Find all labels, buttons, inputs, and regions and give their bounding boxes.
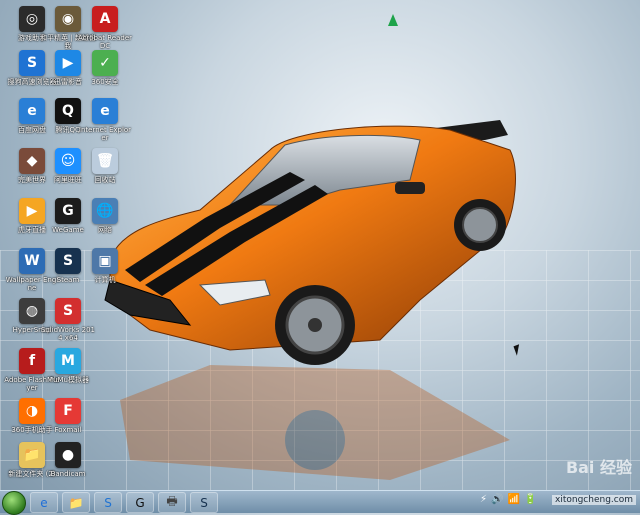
desktop-icon-label: 回收站	[94, 176, 116, 184]
taskbar: e 📁 S G 🖶 S ⚡ 🔊 📶 🔋 xitongcheng.com	[0, 490, 640, 515]
app-icon: ✓	[92, 50, 118, 76]
desktop-icon[interactable]: e Internet Explorer	[77, 96, 133, 148]
desktop-icon[interactable]: ▣ 计算机	[77, 246, 133, 298]
tree-marker-icon	[388, 14, 398, 26]
system-tray: ⚡ 🔊 📶 🔋 xitongcheng.com	[450, 491, 640, 513]
taskbar-explorer-button[interactable]: 📁	[62, 492, 90, 513]
tray-icon[interactable]: 📶	[507, 494, 519, 505]
app-icon: S	[55, 298, 81, 324]
desktop-icon[interactable]: ● Bandicam	[40, 440, 96, 490]
tray-text: xitongcheng.com	[552, 495, 636, 505]
app-icon: M	[55, 348, 81, 374]
desktop-icon[interactable]: ✓ 360安全	[77, 48, 133, 100]
desktop-icon-label: Foxmail	[54, 426, 82, 434]
desktop-icon-label: 360安全	[91, 78, 119, 86]
start-button[interactable]	[2, 491, 26, 515]
desktop-icon[interactable]: 🗑 回收站	[77, 146, 133, 198]
app-icon: ▣	[92, 248, 118, 274]
taskbar-printer-button[interactable]: 🖶	[158, 492, 186, 513]
desktop-icon-label: MuMu模拟器	[47, 376, 89, 384]
desktop-icon[interactable]: 🌐 网络	[77, 196, 133, 248]
car-reflection	[120, 365, 510, 480]
app-icon: 🌐	[92, 198, 118, 224]
desktop-icon-label: SolidWorks 2014 x64	[40, 326, 96, 342]
tray-icon[interactable]: ⚡	[480, 494, 487, 505]
app-icon: ●	[55, 442, 81, 468]
app-icon: 🗑	[92, 148, 118, 174]
taskbar-ie-button[interactable]: e	[30, 492, 58, 513]
app-icon: F	[55, 398, 81, 424]
desktop-icon[interactable]: S SolidWorks 2014 x64	[40, 296, 96, 348]
wallpaper-car	[104, 120, 516, 365]
taskbar-sogou-button[interactable]: S	[94, 492, 122, 513]
app-icon: e	[92, 98, 118, 124]
desktop-icon-label: 计算机	[94, 276, 116, 284]
taskbar-wegame-button[interactable]: G	[126, 492, 154, 513]
taskbar-steam-button[interactable]: S	[190, 492, 218, 513]
app-icon: A	[92, 6, 118, 32]
desktop-icon[interactable]: M MuMu模拟器	[40, 346, 96, 398]
watermark-brand: Bai 经验	[565, 458, 632, 477]
tray-icon[interactable]: 🔊	[491, 494, 503, 505]
desktop-icon-label: 网络	[98, 226, 112, 234]
desktop[interactable]: ◎ 游戏助手 ◉ 和平精英 | 超越自我 A Acrobat Reader DC S 搜狗高速…	[0, 0, 640, 490]
tray-icon[interactable]: 🔋	[524, 494, 536, 505]
desktop-icon-label: Internet Explorer	[78, 126, 132, 142]
desktop-icon-label: Bandicam	[50, 470, 86, 478]
